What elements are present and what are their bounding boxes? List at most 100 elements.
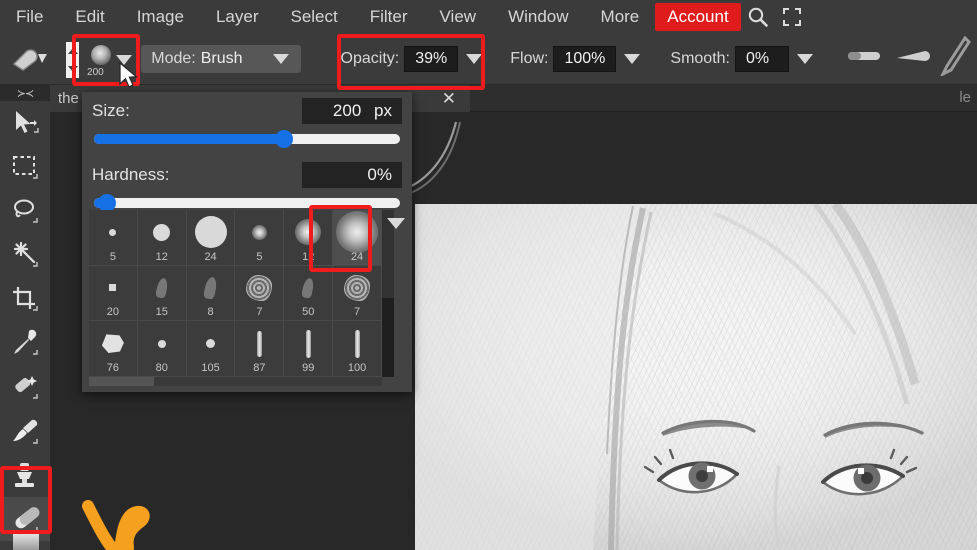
rectangular-marquee-tool[interactable] bbox=[0, 145, 50, 189]
menu-item-edit[interactable]: Edit bbox=[59, 0, 120, 33]
brush-preset-shape-icon bbox=[194, 216, 227, 249]
brush-preset-cell[interactable]: 24 bbox=[333, 210, 382, 266]
brush-preset-panel[interactable]: Size: 200 px Hardness: 0% 5 12 24 5 12 24 20 15 bbox=[82, 92, 412, 392]
flow-chevron-down-icon[interactable] bbox=[624, 53, 641, 64]
tool-options-bar: Mode: Brush Opacity: 39% Flow: 100% Smoo… bbox=[0, 33, 977, 85]
brush-preset-shape-icon bbox=[251, 224, 267, 240]
brush-preset-shape-icon bbox=[206, 339, 216, 349]
spinner-down-icon[interactable] bbox=[67, 66, 78, 72]
brush-hardness-row: Hardness: 0% bbox=[82, 150, 412, 212]
brush-preset-size-number: 50 bbox=[302, 306, 315, 319]
photo-editor-window: File Edit Image Layer Select Filter View… bbox=[0, 0, 977, 550]
smooth-chevron-down-icon[interactable] bbox=[797, 53, 813, 64]
flow-label: Flow: bbox=[510, 49, 549, 67]
brush-grid-hscroll-thumb[interactable] bbox=[89, 377, 154, 386]
brush-panel-chevron-down-icon[interactable] bbox=[387, 218, 405, 229]
opacity-control[interactable]: Opacity: 39% bbox=[340, 45, 491, 72]
chevron-down-icon bbox=[272, 53, 289, 64]
menu-item-layer[interactable]: Layer bbox=[200, 0, 275, 33]
brush-preset-shape-icon bbox=[101, 334, 124, 353]
brush-preset-size-number: 87 bbox=[253, 362, 266, 374]
brush-preset-size-number: 7 bbox=[354, 306, 361, 319]
close-icon[interactable]: ✕ bbox=[442, 89, 462, 109]
brush-preset-cell[interactable]: 76 bbox=[89, 321, 138, 377]
brush-size-value[interactable]: 200 px bbox=[302, 98, 402, 124]
brush-preset-cell[interactable]: 12 bbox=[284, 210, 334, 266]
blend-mode-dropdown[interactable]: Mode: Brush bbox=[141, 44, 301, 73]
document-image-pencil-sketch-portrait bbox=[415, 204, 977, 550]
brush-hardness-slider[interactable] bbox=[94, 194, 400, 212]
brush-grid-horizontal-scrollbar[interactable] bbox=[89, 377, 382, 386]
opacity-value[interactable]: 39% bbox=[404, 45, 459, 72]
brush-preset-cell[interactable]: 100 bbox=[333, 321, 382, 377]
taper-brush-icon[interactable] bbox=[895, 49, 935, 68]
fullscreen-icon[interactable] bbox=[775, 0, 809, 33]
smooth-value[interactable]: 0% bbox=[735, 45, 789, 72]
brush-preset-cell[interactable]: 20 bbox=[89, 265, 138, 322]
brush-grid-scrollbar[interactable] bbox=[382, 210, 394, 377]
pen-pressure-icon[interactable] bbox=[935, 35, 971, 81]
lasso-tool[interactable] bbox=[0, 189, 50, 233]
brush-preset-size-label: 200 bbox=[87, 67, 104, 78]
brush-preset-cell[interactable]: 80 bbox=[137, 321, 187, 377]
brush-preset-size-number: 5 bbox=[109, 250, 116, 263]
brush-preset-cell[interactable]: 5 bbox=[89, 210, 138, 266]
menu-item-file[interactable]: File bbox=[0, 0, 59, 33]
flow-value[interactable]: 100% bbox=[553, 45, 617, 72]
brush-size-slider[interactable] bbox=[94, 130, 400, 148]
brush-tool[interactable] bbox=[0, 409, 50, 453]
brush-preset-shape-icon bbox=[109, 284, 117, 292]
magic-wand-tool[interactable] bbox=[0, 233, 50, 277]
brush-preset-cell[interactable]: 7 bbox=[333, 265, 382, 322]
menu-item-account[interactable]: Account bbox=[655, 2, 741, 31]
brush-preset-shape-icon bbox=[354, 329, 360, 358]
brush-size-slider-knob[interactable] bbox=[274, 130, 293, 148]
brush-preset-cell[interactable]: 99 bbox=[284, 321, 334, 377]
brush-size-label: Size: bbox=[92, 101, 130, 120]
brush-preset-cell[interactable]: 15 bbox=[137, 265, 187, 322]
brush-preset-size-number: 76 bbox=[106, 362, 120, 374]
clone-stamp-tool[interactable] bbox=[0, 453, 50, 497]
current-tool-icon[interactable] bbox=[0, 46, 59, 72]
flat-brush-icon[interactable] bbox=[847, 49, 881, 68]
search-icon[interactable] bbox=[741, 0, 775, 33]
flow-control[interactable]: Flow: 100% bbox=[510, 45, 648, 72]
menu-item-window[interactable]: Window bbox=[492, 0, 584, 33]
brush-preset-size-number: 8 bbox=[207, 306, 214, 319]
brush-preset-shape-icon bbox=[301, 277, 316, 299]
opacity-label: Opacity: bbox=[340, 49, 400, 67]
brush-preset-size-number: 24 bbox=[204, 250, 217, 263]
toolbar-collapse-handle[interactable]: ≻≺ bbox=[0, 85, 50, 101]
brush-preset-cell[interactable]: 50 bbox=[284, 265, 334, 322]
brush-size-spinner[interactable] bbox=[66, 42, 80, 78]
healing-brush-tool[interactable] bbox=[0, 365, 50, 409]
spinner-up-icon[interactable] bbox=[67, 48, 78, 54]
menu-item-select[interactable]: Select bbox=[274, 0, 353, 33]
brush-preset-grid[interactable]: 5 12 24 5 12 24 20 15 8 7 50 7 76 80 105 87 99 100 bbox=[89, 210, 382, 377]
menu-item-image[interactable]: Image bbox=[121, 0, 200, 33]
brush-preset-cell[interactable]: 105 bbox=[186, 321, 236, 377]
opacity-chevron-down-icon[interactable] bbox=[466, 53, 483, 64]
mode-label: Mode: bbox=[151, 49, 196, 67]
document-tab-title: the bbox=[58, 90, 79, 107]
brush-preset-cell[interactable]: 24 bbox=[186, 210, 236, 266]
menu-bar: File Edit Image Layer Select Filter View… bbox=[0, 0, 977, 33]
menu-item-more[interactable]: More bbox=[585, 0, 656, 33]
brush-preset-cell[interactable]: 12 bbox=[137, 210, 187, 266]
brush-preset-cell[interactable]: 87 bbox=[235, 321, 285, 377]
smooth-control[interactable]: Smooth: 0% bbox=[670, 45, 821, 72]
brush-preset-cell[interactable]: 8 bbox=[186, 265, 236, 322]
brush-grid-scroll-thumb[interactable] bbox=[382, 298, 394, 377]
brush-preset-thumbnail[interactable]: 200 bbox=[83, 43, 114, 78]
brush-hardness-value[interactable]: 0% bbox=[302, 162, 402, 188]
brush-preset-cell[interactable]: 7 bbox=[235, 265, 285, 322]
smooth-label: Smooth: bbox=[670, 49, 730, 67]
brush-preset-size-number: 12 bbox=[302, 250, 315, 263]
menu-item-view[interactable]: View bbox=[424, 0, 493, 33]
eyedropper-tool[interactable] bbox=[0, 321, 50, 365]
brush-preset-cell[interactable]: 5 bbox=[235, 210, 285, 266]
foreground-background-color-swatch[interactable] bbox=[13, 530, 39, 550]
menu-item-filter[interactable]: Filter bbox=[354, 0, 424, 33]
move-tool[interactable] bbox=[0, 101, 50, 145]
crop-tool[interactable] bbox=[0, 277, 50, 321]
